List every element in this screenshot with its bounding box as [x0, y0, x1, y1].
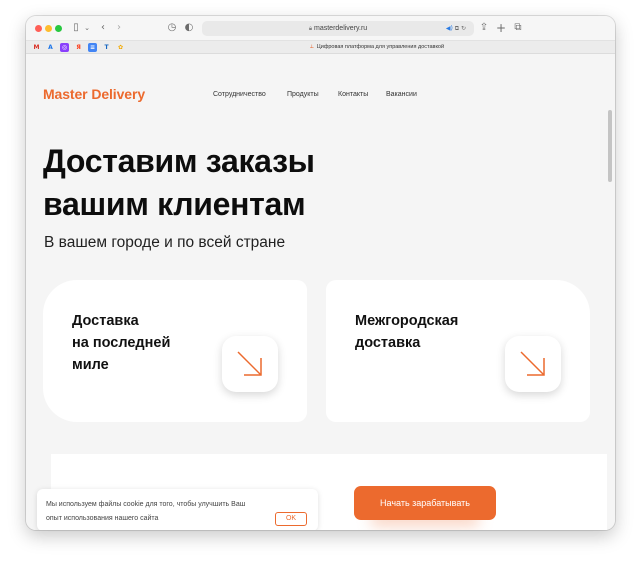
site-favicon-icon: ⟂ — [310, 44, 314, 50]
card-title-line: Доставка — [72, 313, 139, 329]
url-text: masterdelivery.ru — [314, 25, 368, 32]
translate-icon[interactable]: ⧉ — [455, 25, 459, 32]
bookmark-a-icon[interactable]: A — [46, 43, 55, 52]
address-text: 🔒︎ masterdelivery.ru — [202, 21, 474, 36]
minimize-window-button[interactable] — [45, 25, 52, 32]
nav-link-contacts[interactable]: Контакты — [338, 91, 368, 98]
back-icon[interactable]: ‹ — [98, 21, 108, 35]
close-window-button[interactable] — [35, 25, 42, 32]
arrow-down-right-icon — [237, 351, 262, 376]
bookmark-circle-icon[interactable]: ◎ — [60, 43, 69, 52]
tab-overview-icon[interactable]: ⧉ — [512, 21, 524, 35]
history-icon[interactable]: ◷ — [166, 21, 178, 35]
browser-window: ▯ ⌄ ‹ › ◷ ◐ 🔒︎ masterdelivery.ru ◀︎) ⧉ ↻ … — [26, 16, 615, 530]
card-title: Межгородская доставка — [355, 310, 458, 354]
hero-title-line-2: вашим клиентам — [43, 186, 306, 222]
hero-title-line-1: Доставим заказы — [43, 143, 315, 179]
share-icon[interactable]: ⇪ — [478, 21, 490, 35]
screenshot-stage: ▯ ⌄ ‹ › ◷ ◐ 🔒︎ masterdelivery.ru ◀︎) ⧉ ↻ … — [0, 0, 641, 566]
tab-bar: M A ◎ Я ≡ T ✿ ⟂ Цифровая платформа для уп… — [26, 40, 615, 54]
bookmark-yandex-icon[interactable]: Я — [74, 43, 83, 52]
arrow-down-right-icon — [520, 351, 545, 376]
hero-subtitle: В вашем городе и по всей стране — [44, 234, 286, 251]
cookie-banner: Мы используем файлы cookie для того, что… — [37, 489, 318, 530]
maximize-window-button[interactable] — [55, 25, 62, 32]
bookmark-flower-icon[interactable]: ✿ — [116, 43, 125, 52]
bookmark-t-icon[interactable]: T — [102, 43, 111, 52]
card-title-line: доставка — [355, 335, 421, 351]
site-logo[interactable]: Master Delivery — [43, 86, 145, 102]
nav-link-cooperation[interactable]: Сотрудничество — [213, 91, 266, 98]
address-tools: ◀︎) ⧉ ↻ — [446, 21, 466, 36]
cookie-text-line: опыт использования нашего сайта — [46, 515, 159, 522]
active-tab-title: Цифровая платформа для управления достав… — [316, 44, 445, 50]
service-card-intercity[interactable]: Межгородская доставка — [326, 280, 590, 422]
sidebar-icon[interactable]: ▯ — [70, 21, 82, 35]
nav-link-vacancies[interactable]: Вакансии — [386, 91, 417, 98]
web-page: Master Delivery Сотрудничество Продукты … — [26, 54, 615, 530]
bookmark-docs-icon[interactable]: ≡ — [88, 43, 97, 52]
service-card-last-mile[interactable]: Доставка на последней миле — [43, 280, 307, 422]
browser-toolbar: ▯ ⌄ ‹ › ◷ ◐ 🔒︎ masterdelivery.ru ◀︎) ⧉ ↻ … — [26, 16, 615, 40]
address-bar[interactable]: 🔒︎ masterdelivery.ru ◀︎) ⧉ ↻ — [202, 21, 474, 36]
card-arrow-button[interactable] — [222, 336, 278, 392]
card-title-line: на последней — [72, 335, 171, 351]
speaker-icon[interactable]: ◀︎) — [446, 25, 453, 32]
start-earning-button[interactable]: Начать зарабатывать — [354, 486, 496, 520]
card-title-line: Межгородская — [355, 313, 459, 329]
nav-link-products[interactable]: Продукты — [287, 91, 319, 98]
bookmark-gmail-icon[interactable]: M — [32, 43, 41, 52]
privacy-shield-icon[interactable]: ◐ — [183, 21, 195, 35]
reload-icon[interactable]: ↻ — [461, 25, 466, 32]
active-tab[interactable]: ⟂ Цифровая платформа для управления доста… — [310, 43, 444, 52]
card-title-line: миле — [72, 357, 109, 373]
cookie-text-line: Мы используем файлы cookie для того, что… — [46, 501, 246, 508]
forward-icon[interactable]: › — [114, 21, 124, 35]
new-tab-icon[interactable]: + — [495, 21, 507, 35]
card-title: Доставка на последней миле — [72, 310, 170, 376]
cookie-text: Мы используем файлы cookie для того, что… — [46, 498, 276, 526]
card-arrow-button[interactable] — [505, 336, 561, 392]
lock-icon: 🔒︎ — [308, 25, 313, 32]
cookie-ok-button[interactable]: OK — [275, 512, 307, 526]
page-scrollbar[interactable] — [608, 110, 612, 182]
chevron-down-icon[interactable]: ⌄ — [83, 21, 91, 35]
hero-title: Доставим заказы вашим клиентам — [43, 140, 315, 226]
